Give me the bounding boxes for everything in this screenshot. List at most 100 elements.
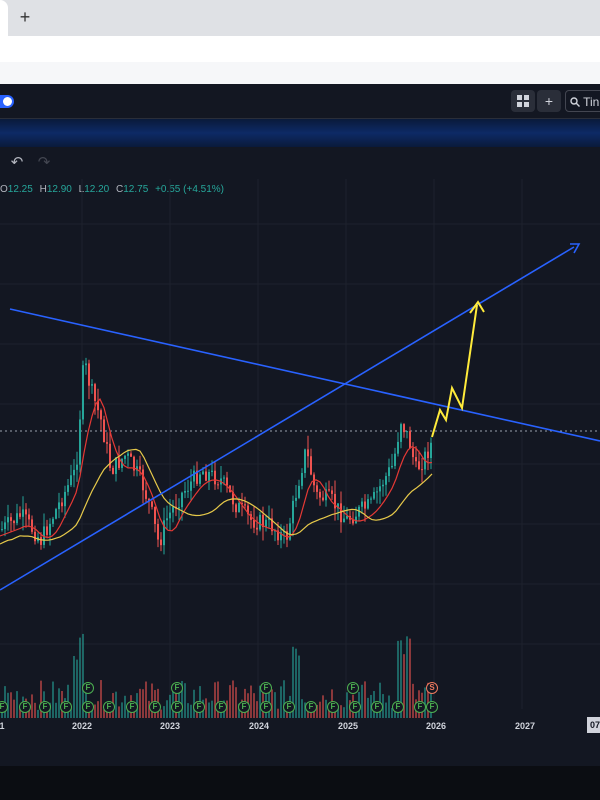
volume-bar xyxy=(52,681,54,718)
volume-bar xyxy=(31,694,33,718)
candle xyxy=(289,523,291,540)
candle xyxy=(151,501,153,507)
candle xyxy=(214,470,216,485)
candle xyxy=(94,384,96,401)
candle xyxy=(376,491,378,493)
candle xyxy=(46,526,48,535)
event-badge-financial[interactable]: F xyxy=(283,701,295,713)
candle xyxy=(169,512,171,519)
event-badge-financial[interactable]: F xyxy=(260,682,272,694)
candle xyxy=(187,490,189,492)
event-badge-financial[interactable]: F xyxy=(39,701,51,713)
volume-bar xyxy=(322,695,324,718)
event-badge-financial[interactable]: F xyxy=(215,701,227,713)
candle xyxy=(316,485,318,492)
candle xyxy=(394,453,396,466)
candle xyxy=(154,506,156,524)
candle xyxy=(361,501,363,507)
volume-bar xyxy=(283,680,285,718)
event-badge-financial[interactable]: F xyxy=(193,701,205,713)
candle xyxy=(82,365,84,420)
event-badge-financial[interactable]: F xyxy=(19,701,31,713)
browser-tab[interactable] xyxy=(0,0,8,36)
candle xyxy=(10,517,12,521)
candle xyxy=(178,507,180,509)
event-badge-financial[interactable]: F xyxy=(347,682,359,694)
event-badge-financial[interactable]: F xyxy=(305,701,317,713)
event-badge-financial[interactable]: F xyxy=(371,701,383,713)
event-badge-financial[interactable]: F xyxy=(149,701,161,713)
event-badge-financial[interactable]: F xyxy=(103,701,115,713)
event-badge-split[interactable]: S xyxy=(426,682,438,694)
candle xyxy=(112,467,114,474)
event-badge-financial[interactable]: F xyxy=(260,701,272,713)
event-badge-financial[interactable]: F xyxy=(426,701,438,713)
event-badge-financial[interactable]: F xyxy=(171,682,183,694)
candle xyxy=(367,499,369,509)
volume-bar xyxy=(340,705,342,718)
volume-bar xyxy=(163,706,165,718)
volume-bar xyxy=(184,683,186,718)
candle xyxy=(190,481,192,491)
volume-bar xyxy=(229,685,231,718)
candle xyxy=(385,476,387,485)
event-badge-financial[interactable]: F xyxy=(327,701,339,713)
volume-bar xyxy=(412,683,414,718)
candle xyxy=(67,485,69,492)
volume-bar xyxy=(79,637,81,718)
candle xyxy=(304,449,306,473)
event-badge-financial[interactable]: F xyxy=(238,701,250,713)
volume-bar xyxy=(208,702,210,718)
volume-bar xyxy=(94,704,96,718)
bottom-panel xyxy=(0,766,600,800)
volume-bar xyxy=(235,687,237,718)
volume-bar xyxy=(319,701,321,718)
event-badge-financial[interactable]: F xyxy=(60,701,72,713)
volume-bar xyxy=(142,689,144,718)
candle xyxy=(211,470,213,473)
event-badge-financial[interactable]: F xyxy=(349,701,361,713)
candle xyxy=(73,469,75,476)
volume-bar xyxy=(55,702,57,718)
candle xyxy=(421,469,423,471)
volume-bar xyxy=(190,704,192,718)
candle xyxy=(319,491,321,498)
event-badge-financial[interactable]: F xyxy=(414,701,426,713)
candle xyxy=(181,492,183,508)
event-badge-financial[interactable]: F xyxy=(126,701,138,713)
candle xyxy=(13,520,15,524)
candle xyxy=(19,513,21,517)
candle xyxy=(322,497,324,501)
candle xyxy=(253,519,255,528)
candle xyxy=(49,523,51,535)
candle xyxy=(265,519,267,528)
candle xyxy=(130,453,132,457)
volume-bar xyxy=(295,648,297,718)
candle xyxy=(31,519,33,532)
candle xyxy=(373,492,375,499)
event-badge-financial[interactable]: F xyxy=(171,701,183,713)
candle xyxy=(157,523,159,540)
candle xyxy=(166,518,168,521)
candle xyxy=(115,457,117,474)
candle xyxy=(172,506,174,513)
event-badge-financial[interactable]: F xyxy=(82,701,94,713)
candle xyxy=(16,513,18,524)
chart-app: + Tin ↶ ↷ O12.25 H12.90 L12.20 C12.75 +0… xyxy=(0,84,600,800)
volume-bar xyxy=(37,709,39,718)
new-tab-button[interactable]: + xyxy=(14,6,36,28)
candle xyxy=(331,490,333,494)
candle xyxy=(58,502,60,510)
candle xyxy=(427,451,429,459)
candle xyxy=(397,441,399,454)
volume-bar xyxy=(205,698,207,718)
price-chart[interactable] xyxy=(0,84,600,766)
event-badge-financial[interactable]: F xyxy=(82,682,94,694)
event-badge-financial[interactable]: F xyxy=(392,701,404,713)
candle xyxy=(391,465,393,468)
candle xyxy=(256,527,258,530)
candle xyxy=(388,467,390,477)
volume-bar xyxy=(58,688,60,718)
browser-bookmarks-bar xyxy=(0,62,600,85)
volume-bar xyxy=(232,680,234,718)
